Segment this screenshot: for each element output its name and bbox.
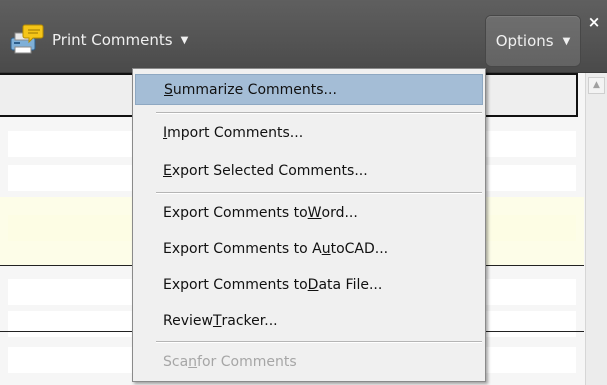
menu-item-scan-for-comments: Sca n for Comments — [135, 346, 483, 377]
menu-item-mnemonic: T — [212, 312, 222, 329]
menu-item-label: ord... — [321, 204, 358, 221]
menu-item-import-comments[interactable]: Import Comments... — [135, 117, 483, 148]
menu-item-label: ata File... — [318, 276, 383, 293]
print-comments-label: Print Comments — [52, 31, 173, 49]
menu-item-label: xport Selected Comments... — [171, 162, 368, 179]
print-comments-button[interactable]: Print Comments ▼ — [8, 22, 188, 58]
menu-item-mnemonic: S — [164, 81, 173, 98]
menu-separator — [156, 341, 482, 343]
menu-item-export-to-autocad[interactable]: Export Comments to Au toCAD... — [135, 233, 483, 264]
menu-item-label: mport Comments... — [167, 124, 304, 141]
menu-item-mnemonic: W — [307, 204, 322, 221]
menu-item-label: toCAD... — [330, 240, 389, 257]
menu-item-export-to-word[interactable]: Export Comments to Word... — [135, 197, 483, 228]
menu-item-label: Sca — [163, 353, 189, 370]
menu-item-summarize-comments[interactable]: Summarize Comments... — [135, 74, 483, 105]
options-dropdown-menu: Summarize Comments... Import Comments...… — [132, 68, 486, 382]
comments-toolbar: Print Comments ▼ Options ▼ × — [0, 0, 607, 73]
menu-item-label: Export Comments to A — [163, 240, 322, 257]
printer-comment-icon — [8, 22, 46, 58]
menu-item-mnemonic: n — [188, 353, 198, 370]
menu-item-mnemonic: D — [307, 276, 319, 293]
vertical-scrollbar[interactable]: ▲ — [585, 73, 607, 385]
menu-item-mnemonic: u — [321, 240, 331, 257]
scroll-up-arrow-icon[interactable]: ▲ — [588, 77, 605, 94]
menu-item-label: Review — [163, 312, 213, 329]
menu-separator — [156, 112, 482, 114]
chevron-down-icon: ▼ — [562, 35, 571, 47]
chevron-down-icon: ▼ — [180, 34, 189, 46]
menu-item-label: for Comments — [197, 353, 297, 370]
menu-item-export-to-data-file[interactable]: Export Comments to Data File... — [135, 269, 483, 300]
menu-item-label: racker... — [221, 312, 278, 329]
menu-item-label: Export Comments to — [163, 276, 308, 293]
options-button[interactable]: Options ▼ — [486, 16, 580, 66]
menu-separator — [156, 192, 482, 194]
menu-item-label: Export Comments to — [163, 204, 308, 221]
options-label: Options — [495, 32, 554, 50]
menu-item-review-tracker[interactable]: Review Tracker... — [135, 305, 483, 336]
menu-item-label: ummarize Comments... — [172, 81, 337, 98]
menu-item-mnemonic: E — [163, 162, 172, 179]
close-icon[interactable]: × — [586, 14, 602, 30]
menu-item-export-selected-comments[interactable]: Export Selected Comments... — [135, 155, 483, 186]
